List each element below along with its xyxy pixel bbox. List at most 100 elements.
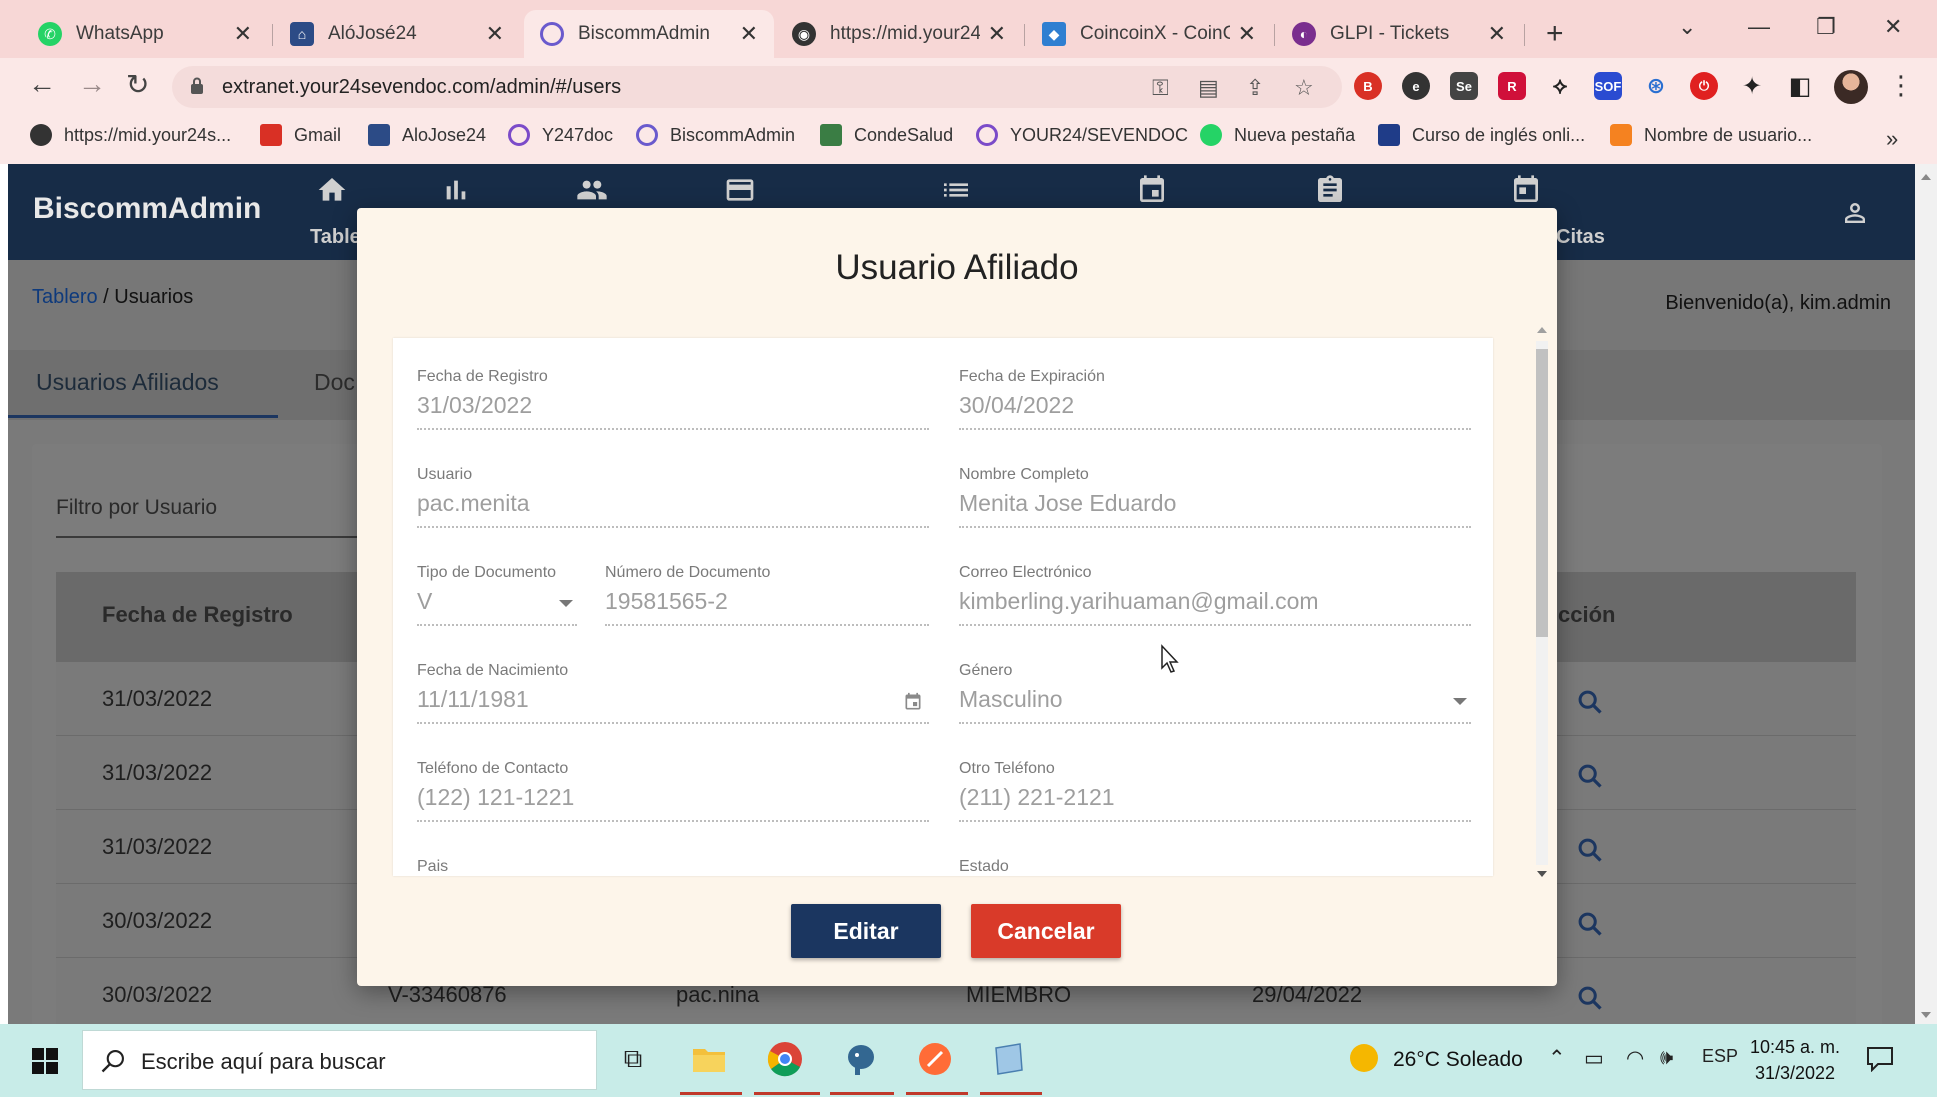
notes-app-icon[interactable] — [988, 1038, 1030, 1080]
form-scrollbar[interactable] — [1533, 323, 1551, 883]
volume-icon[interactable]: 🕪 — [1660, 1046, 1673, 1070]
event-icon[interactable] — [1510, 174, 1542, 206]
minimize-button[interactable]: — — [1748, 14, 1770, 40]
bookmark-item[interactable]: https://mid.your24s... — [30, 124, 231, 146]
tab-biscommadmin[interactable]: BiscommAdmin ✕ — [524, 10, 774, 58]
field-correo[interactable]: Correo Electrónico kimberling.yarihuaman… — [959, 564, 1471, 634]
close-icon[interactable]: ✕ — [740, 21, 758, 47]
bookmark-star-icon[interactable]: ☆ — [1294, 75, 1314, 101]
tab-mid-your24[interactable]: ◉ https://mid.your24 ✕ — [776, 10, 1022, 58]
extension-icon[interactable]: ⊛ — [1642, 72, 1670, 100]
puzzle-icon[interactable]: ✦ — [1738, 72, 1766, 100]
brand-logo[interactable]: BiscommAdmin — [33, 192, 261, 226]
bookmark-item[interactable]: Y247doc — [508, 124, 613, 146]
tab-coincoinx[interactable]: ◆ CoincoinX - CoinCo ✕ — [1026, 10, 1272, 58]
side-panel-icon[interactable]: ◧ — [1786, 72, 1814, 100]
field-tipo-documento[interactable]: Tipo de Documento V — [417, 564, 577, 634]
task-view-icon[interactable]: ⧉ — [612, 1038, 654, 1080]
edit-button[interactable]: Editar — [791, 904, 941, 958]
page-scrollbar[interactable] — [1915, 164, 1937, 1024]
profile-avatar[interactable] — [1834, 70, 1868, 104]
extension-icon[interactable]: e — [1402, 72, 1430, 100]
calendar-icon[interactable] — [903, 692, 923, 712]
extension-icon[interactable]: ⏻ — [1690, 72, 1718, 100]
search-icon[interactable] — [1576, 688, 1604, 716]
field-fecha-expiracion[interactable]: Fecha de Expiración 30/04/2022 — [959, 368, 1471, 438]
tab-search-chevron-icon[interactable]: ⌄ — [1678, 14, 1696, 40]
extension-icon[interactable]: B — [1354, 72, 1382, 100]
windows-start-icon[interactable] — [32, 1048, 58, 1074]
bookmark-item[interactable]: Gmail — [260, 124, 341, 146]
home-icon[interactable] — [316, 174, 348, 206]
extension-icon[interactable]: ⟡ — [1546, 72, 1574, 100]
tab-glpi[interactable]: ◐ GLPI - Tickets ✕ — [1276, 10, 1522, 58]
close-window-button[interactable]: ✕ — [1884, 14, 1902, 40]
close-icon[interactable]: ✕ — [988, 21, 1006, 47]
weather-text[interactable]: 26°C Soleado — [1393, 1048, 1523, 1072]
search-icon[interactable] — [1576, 762, 1604, 790]
taskbar-search-input[interactable]: Escribe aquí para buscar — [82, 1030, 597, 1090]
new-tab-button[interactable]: + — [1546, 17, 1564, 51]
credit-card-icon[interactable] — [724, 174, 756, 206]
more-bookmarks-icon[interactable]: » — [1886, 126, 1898, 152]
tab-alojose[interactable]: ⌂ AlóJosé24 ✕ — [274, 10, 520, 58]
forward-button[interactable]: → — [78, 68, 106, 100]
postman-icon[interactable] — [914, 1038, 956, 1080]
menu-icon[interactable]: ⋮ — [1888, 70, 1914, 101]
scroll-up-icon[interactable] — [1537, 327, 1547, 333]
scroll-thumb[interactable] — [1536, 349, 1548, 637]
reload-button[interactable]: ↻ — [126, 68, 149, 101]
field-otro-telefono[interactable]: Otro Teléfono (211) 221-2121 — [959, 760, 1471, 830]
field-usuario[interactable]: Usuario pac.menita — [417, 466, 929, 536]
column-header[interactable]: Fecha de Registro — [102, 602, 293, 628]
field-fecha-registro[interactable]: Fecha de Registro 31/03/2022 — [417, 368, 929, 438]
file-explorer-icon[interactable] — [688, 1038, 730, 1080]
bookmark-item[interactable]: AloJose24 — [368, 124, 486, 146]
calendar-icon[interactable] — [1136, 174, 1168, 206]
scroll-up-icon[interactable] — [1921, 174, 1931, 180]
key-icon[interactable]: ⚿ — [1152, 75, 1169, 101]
language-indicator[interactable]: ESP — [1702, 1046, 1738, 1067]
nav-label[interactable]: Citas — [1556, 226, 1605, 249]
search-icon[interactable] — [1576, 836, 1604, 864]
field-nombre-completo[interactable]: Nombre Completo Menita Jose Eduardo — [959, 466, 1471, 536]
system-clock[interactable]: 10:45 a. m. 31/3/2022 — [1750, 1034, 1840, 1086]
extension-icon[interactable]: Se — [1450, 72, 1478, 100]
scroll-down-icon[interactable] — [1537, 871, 1547, 877]
close-icon[interactable]: ✕ — [234, 21, 252, 47]
cancel-button[interactable]: Cancelar — [971, 904, 1121, 958]
chevron-up-icon[interactable]: ⌃ — [1548, 1046, 1566, 1071]
share-icon[interactable]: ⇪ — [1246, 75, 1264, 101]
nav-label[interactable]: Table — [310, 226, 361, 249]
extension-icon[interactable]: R — [1498, 72, 1526, 100]
bookmark-item[interactable]: Nueva pestaña — [1200, 124, 1355, 146]
field-telefono[interactable]: Teléfono de Contacto (122) 121-1221 — [417, 760, 929, 830]
tab-whatsapp[interactable]: ✆ WhatsApp ✕ — [22, 10, 268, 58]
search-icon[interactable] — [1576, 984, 1604, 1012]
notification-icon[interactable] — [1866, 1046, 1894, 1072]
tab-doctores[interactable]: Doc — [314, 369, 355, 396]
bar-chart-icon[interactable] — [440, 174, 472, 206]
scroll-down-icon[interactable] — [1921, 1012, 1931, 1018]
breadcrumb-home-link[interactable]: Tablero — [32, 286, 98, 308]
tab-usuarios-afiliados[interactable]: Usuarios Afiliados — [36, 369, 219, 396]
back-button[interactable]: ← — [28, 68, 56, 100]
bookmark-item[interactable]: Nombre de usuario... — [1610, 124, 1812, 146]
postgres-icon[interactable] — [840, 1038, 882, 1080]
field-numero-documento[interactable]: Número de Documento 19581565-2 — [605, 564, 929, 634]
close-icon[interactable]: ✕ — [486, 21, 504, 47]
wifi-icon[interactable]: ◠ — [1626, 1046, 1644, 1071]
form-scroll-area[interactable]: Fecha de Registro 31/03/2022 Fecha de Ex… — [393, 338, 1493, 876]
restore-button[interactable]: ❐ — [1816, 14, 1836, 40]
close-icon[interactable]: ✕ — [1488, 21, 1506, 47]
search-icon[interactable] — [1576, 910, 1604, 938]
field-estado[interactable]: Estado — [959, 858, 1471, 876]
translate-icon[interactable]: ▤ — [1198, 75, 1219, 101]
people-icon[interactable] — [576, 174, 608, 206]
field-fecha-nacimiento[interactable]: Fecha de Nacimiento 11/11/1981 — [417, 662, 929, 732]
field-genero[interactable]: Género Masculino — [959, 662, 1471, 732]
account-icon[interactable] — [1840, 198, 1870, 228]
battery-icon[interactable]: ▭ — [1584, 1046, 1604, 1071]
bookmark-item[interactable]: BiscommAdmin — [636, 124, 795, 146]
chrome-icon[interactable] — [764, 1038, 806, 1080]
